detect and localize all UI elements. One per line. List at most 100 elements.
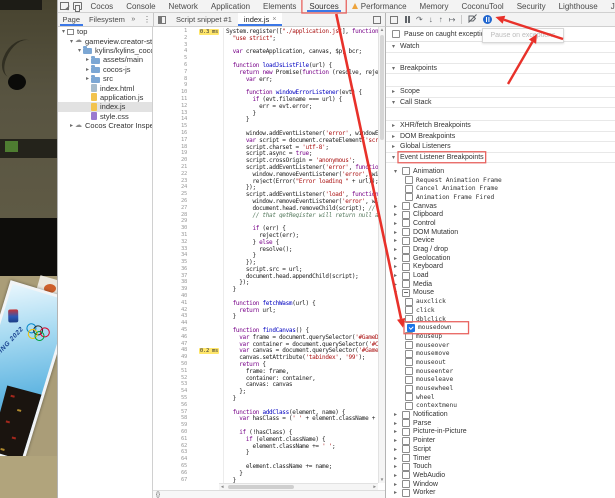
code-line[interactable]: 33 resolve();	[153, 245, 378, 253]
line-number[interactable]: 67	[153, 477, 190, 483]
code-line[interactable]: 10 function windowErrorListener(evt) {	[153, 89, 378, 96]
code-line[interactable]: 15	[153, 123, 378, 130]
line-number[interactable]: 46	[153, 334, 190, 341]
code-line[interactable]: 53 canvas: canvas	[153, 381, 378, 389]
code-line[interactable]: 52 container: container,	[153, 374, 378, 382]
tab-sources[interactable]: Sources	[303, 0, 345, 12]
code-line[interactable]: 37 document.head.appendChild(script);	[153, 272, 378, 280]
breakpoint-category-pointer[interactable]: ▸ Pointer	[386, 436, 615, 445]
line-number[interactable]: 43	[153, 313, 190, 320]
event-row-Animation Frame Fired[interactable]: Animation Frame Fired	[386, 193, 615, 202]
category-checkbox[interactable]	[402, 419, 410, 428]
tab-page[interactable]: Page	[58, 13, 85, 26]
code-line[interactable]: 49 canvas.setAttribute('tabindex', '99')…	[153, 354, 378, 362]
breakpoint-category-window[interactable]: ▸ Window	[386, 480, 615, 489]
line-number[interactable]: 4	[153, 48, 190, 55]
code-line[interactable]: 6 function loadJsListFile(url) {	[153, 61, 378, 69]
game-page-strip[interactable]: BEIJING 2022	[0, 0, 57, 498]
sidebar-item-gameview-creator-star-cn[interactable]: ▾☁gameview.creator-star.cn	[58, 36, 152, 46]
line-number[interactable]: 22	[153, 171, 190, 178]
event-checkbox-Cancel Animation Frame[interactable]	[405, 184, 413, 193]
inspect-element-icon[interactable]	[60, 2, 69, 10]
event-row-mouseover[interactable]: mouseover	[386, 341, 615, 350]
code-line[interactable]: 55 }	[153, 395, 378, 402]
section-global-listeners[interactable]: ▸ Global Listeners	[386, 142, 615, 153]
category-checkbox[interactable]	[402, 254, 410, 263]
line-number[interactable]: 8	[153, 76, 190, 83]
deactivate-breakpoints-icon[interactable]	[468, 14, 478, 25]
code-line[interactable]: 48 0.2 ms var canvas = document.querySele…	[153, 347, 378, 355]
event-checkbox-auxclick[interactable]	[405, 297, 413, 306]
sidebar-item-style-css[interactable]: style.css	[58, 112, 152, 121]
category-twisty-icon[interactable]: ▸	[392, 211, 399, 218]
step-icon[interactable]: ↦	[449, 15, 456, 24]
line-number[interactable]: 3	[153, 42, 190, 49]
event-checkbox-mousewheel[interactable]	[405, 384, 413, 393]
code-area[interactable]: 1 0.3 ms System.register(["./application.j…	[153, 28, 378, 483]
event-row-mouseenter[interactable]: mouseenter	[386, 367, 615, 376]
category-checkbox[interactable]	[402, 454, 410, 463]
step-out-icon[interactable]: ↑	[439, 15, 443, 24]
line-number[interactable]: 19	[153, 150, 190, 157]
code-line[interactable]: 4 var createApplication, canvas, $p, bcr…	[153, 48, 378, 56]
tab-filesystem[interactable]: Filesystem	[85, 13, 130, 26]
line-number[interactable]: 27	[153, 205, 190, 212]
line-number[interactable]: 41	[153, 300, 190, 307]
line-number[interactable]: 17	[153, 137, 190, 144]
section-watch[interactable]: ▾ Watch	[386, 42, 615, 53]
category-checkbox[interactable]	[402, 462, 410, 471]
breakpoint-category-device[interactable]: ▸ Device	[386, 236, 615, 246]
code-line[interactable]: 56	[153, 401, 378, 409]
category-twisty-icon[interactable]: ▸	[392, 246, 399, 253]
code-line[interactable]: 40	[153, 293, 378, 300]
code-line[interactable]: 9	[153, 82, 378, 90]
breakpoint-category-keyboard[interactable]: ▸ Keyboard	[386, 262, 615, 272]
tab-console[interactable]: Console	[120, 0, 162, 12]
line-number[interactable]: 28	[153, 212, 190, 219]
breakpoint-category-clipboard[interactable]: ▸ Clipboard	[386, 210, 615, 219]
category-checkbox[interactable]	[402, 202, 410, 211]
code-line[interactable]: 47 var container = document.querySelecto…	[153, 340, 378, 348]
code-line[interactable]: 51 frame: frame,	[153, 367, 378, 375]
code-line[interactable]: 42 return url;	[153, 306, 378, 314]
line-number[interactable]: 50	[153, 361, 190, 368]
breakpoint-category-script[interactable]: ▸ Script	[386, 445, 615, 454]
event-row-wheel[interactable]: wheel	[386, 393, 615, 402]
category-checkbox[interactable]	[402, 236, 410, 245]
line-number[interactable]: 63	[153, 449, 190, 456]
line-number[interactable]: 36	[153, 266, 190, 273]
code-line[interactable]: 16 window.addEventListener('error', wind…	[153, 129, 378, 137]
category-twisty-icon[interactable]: ▸	[392, 229, 399, 236]
event-checkbox-mouseleave[interactable]	[405, 375, 413, 384]
line-number[interactable]: 34	[153, 252, 190, 259]
code-line[interactable]: 32 } else {	[153, 238, 378, 246]
sidebar-item-cocos-creator-inspector[interactable]: ▸☁Cocos Creator Inspector	[58, 121, 152, 130]
line-number[interactable]: 45	[153, 327, 190, 334]
event-row-mousedown[interactable]: mousedown	[386, 323, 615, 332]
line-number[interactable]: 61	[153, 436, 190, 443]
code-line[interactable]: 31 reject(err);	[153, 231, 378, 239]
horizontal-scrollbar[interactable]: ◄ ►	[219, 483, 378, 490]
code-line[interactable]: 46 var frame = document.querySelector('#…	[153, 333, 378, 341]
category-twisty-icon[interactable]: ▸	[392, 446, 399, 453]
tab-javascript-profiler[interactable]: JavaScript Profiler	[604, 0, 615, 12]
code-line[interactable]: 23 reject(Error("Error loading " + url))…	[153, 177, 378, 185]
code-line[interactable]: 3	[153, 41, 378, 49]
line-number[interactable]: 42	[153, 307, 190, 314]
line-number[interactable]: 5	[153, 55, 190, 62]
breakpoint-category-picture-in-picture[interactable]: ▸ Picture-in-Picture	[386, 427, 615, 437]
category-checkbox[interactable]	[402, 280, 410, 289]
event-checkbox-dblclick[interactable]	[405, 315, 413, 324]
code-line[interactable]: 11 if (evt.filename === url) {	[153, 95, 378, 103]
category-checkbox[interactable]	[402, 167, 410, 176]
code-line[interactable]: 22 window.removeEventListener('error', w…	[153, 170, 378, 178]
line-number[interactable]: 53	[153, 381, 190, 388]
category-checkbox[interactable]	[402, 471, 410, 480]
line-number[interactable]: 13	[153, 110, 190, 117]
code-line[interactable]: 21 script.addEventListener('error', func…	[153, 163, 378, 171]
event-checkbox-mousedown[interactable]	[407, 323, 415, 332]
category-checkbox[interactable]	[402, 427, 410, 436]
twisty-icon[interactable]: ▸	[84, 66, 91, 73]
tab-elements[interactable]: Elements	[257, 0, 303, 12]
category-checkbox[interactable]	[402, 488, 410, 497]
